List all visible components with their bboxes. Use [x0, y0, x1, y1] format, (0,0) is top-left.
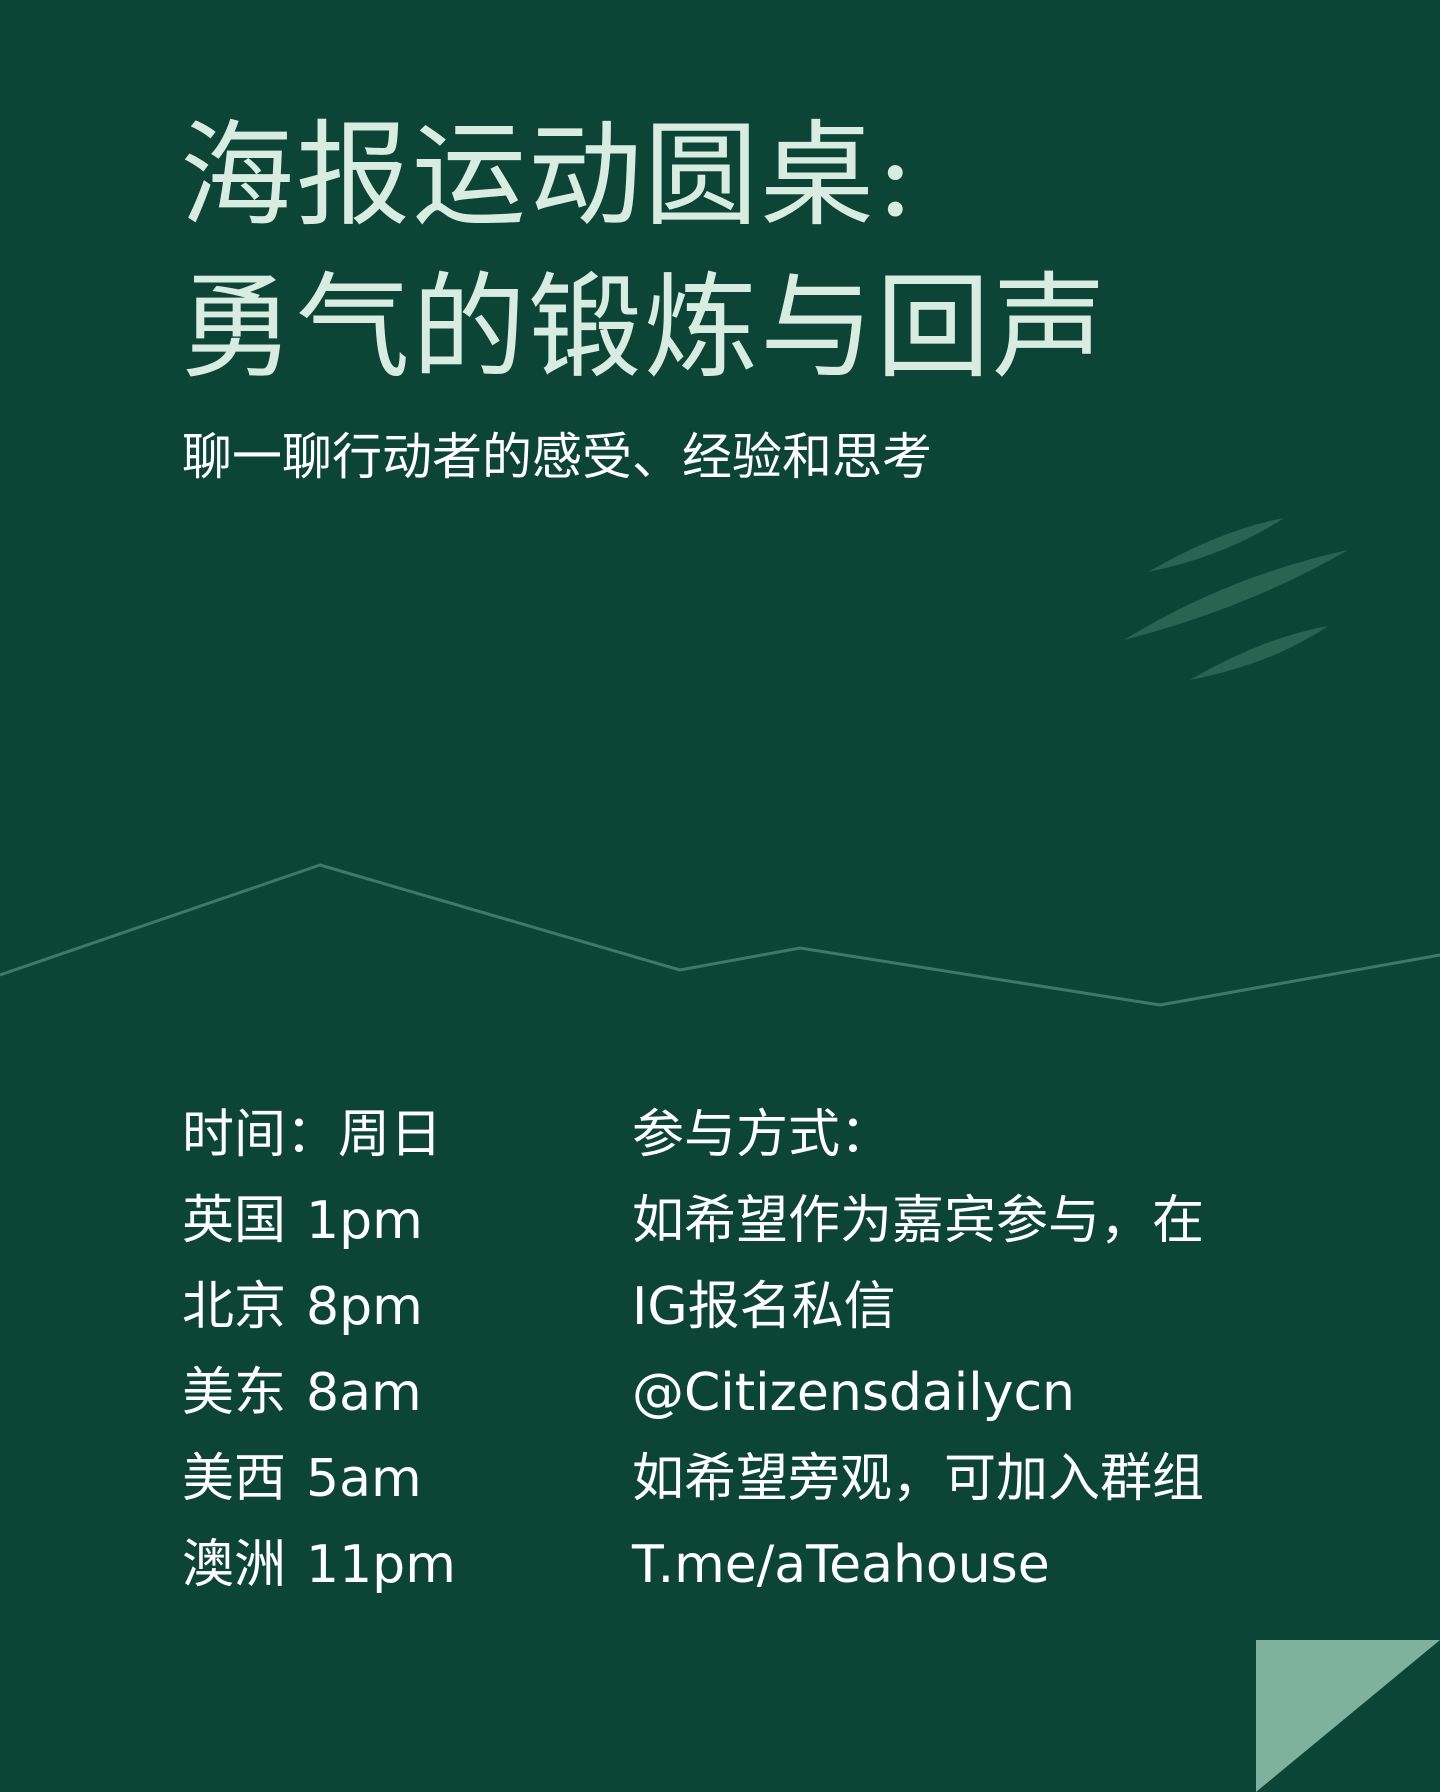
event-poster: 海报运动圆桌: 勇气的锻炼与回声 聊一聊行动者的感受、经验和思考 时间：周日 英… — [0, 0, 1440, 1792]
region-label: 美西 — [182, 1449, 287, 1509]
time-row-australia: 澳洲 11pm — [182, 1522, 582, 1608]
poster-title: 海报运动圆桌: 勇气的锻炼与回声 — [180, 100, 1340, 404]
participation-handle: @Citizensdailycn — [632, 1363, 1076, 1423]
region-label: 美东 — [182, 1363, 287, 1423]
leaf-strokes-icon — [1124, 518, 1348, 680]
participation-column: 参与方式： 如希望作为嘉宾参与，在 IG报名私信 @Citizensdailyc… — [632, 1092, 1392, 1608]
time-value: 8pm — [306, 1277, 423, 1337]
participation-group-link: T.me/aTeahouse — [632, 1535, 1050, 1595]
mountain-line — [0, 863, 1440, 1007]
time-value: 11pm — [306, 1535, 456, 1595]
participation-line-ig: IG报名私信 — [632, 1277, 896, 1337]
time-row-uk: 英国 1pm — [182, 1178, 582, 1264]
participation-heading: 参与方式： — [632, 1105, 893, 1165]
time-value: 8am — [306, 1363, 422, 1423]
title-line-1: 海报运动圆桌: — [180, 109, 917, 242]
leaf-stroke — [1190, 626, 1328, 680]
time-row-beijing: 北京 8pm — [182, 1264, 582, 1350]
time-row-us-west: 美西 5am — [182, 1436, 582, 1522]
participation-line-guest: 如希望作为嘉宾参与，在 — [632, 1191, 1205, 1251]
time-row-us-east: 美东 8am — [182, 1350, 582, 1436]
region-label: 北京 — [182, 1277, 287, 1337]
schedule-heading: 时间：周日 — [182, 1105, 443, 1165]
participation-line-observer: 如希望旁观，可加入群组 — [632, 1449, 1205, 1509]
region-label: 英国 — [182, 1191, 287, 1251]
poster-subtitle: 聊一聊行动者的感受、经验和思考 — [182, 428, 932, 486]
leaf-stroke — [1148, 518, 1284, 572]
title-line-2: 勇气的锻炼与回声 — [180, 261, 1109, 394]
time-value: 1pm — [306, 1191, 423, 1251]
corner-triangle — [1256, 1640, 1440, 1792]
time-value: 5am — [306, 1449, 422, 1509]
leaf-stroke — [1124, 550, 1348, 640]
schedule-column: 时间：周日 英国 1pm 北京 8pm 美东 8am 美西 5am 澳洲 11pm — [182, 1092, 582, 1608]
region-label: 澳洲 — [182, 1535, 287, 1595]
